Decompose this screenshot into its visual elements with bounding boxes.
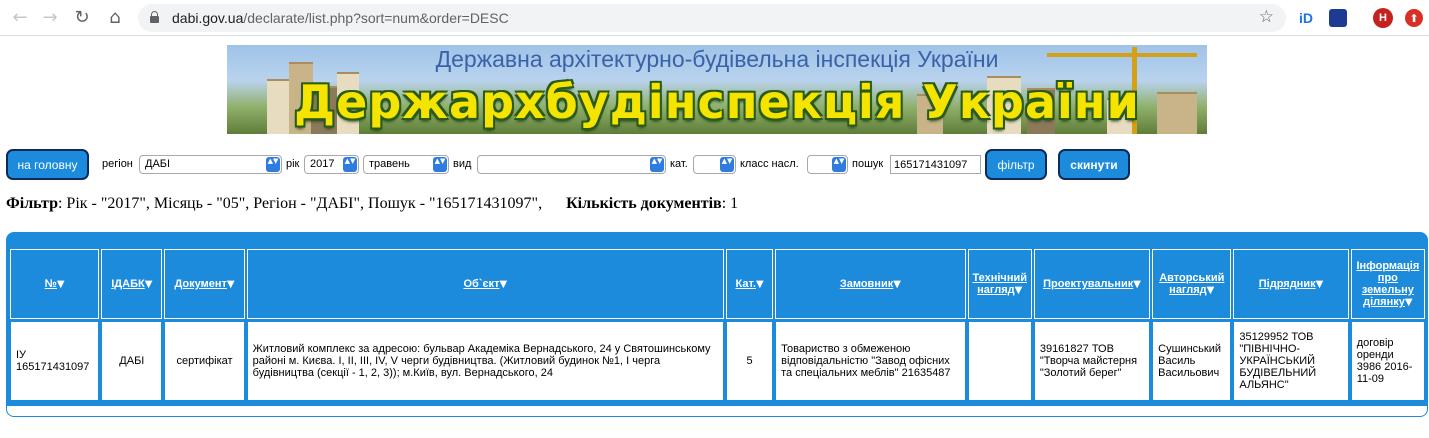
documents-table-container: №▼ ІДАБК▼ Документ▼ Об`єкт▼ Кат.▼ Замовн… xyxy=(6,232,1428,417)
address-bar[interactable]: dabi.gov.ua/declarate/list.php?sort=num&… xyxy=(138,4,1286,32)
month-select-value: травень xyxy=(369,158,410,170)
column-header-label[interactable]: Об`єкт xyxy=(463,278,499,290)
extension-flag-icon[interactable] xyxy=(1329,9,1347,27)
year-select[interactable]: 2017 ▲▼ xyxy=(304,155,359,174)
sort-arrow-icon[interactable]: ▼ xyxy=(57,279,65,290)
column-header-label[interactable]: ІДАБК xyxy=(111,278,144,290)
column-header-label[interactable]: Проектувальник xyxy=(1043,278,1133,290)
cell-object: Житловий комплекс за адресою: бульвар Ак… xyxy=(246,321,724,401)
type-label: вид xyxy=(453,158,472,170)
extension-id-icon[interactable]: iD xyxy=(1297,9,1315,27)
column-header-label[interactable]: Підрядник xyxy=(1259,278,1316,290)
filter-bar: на головну регіон ДАБІ ▲▼ рік 2017 ▲▼ тр… xyxy=(0,149,1429,183)
month-select[interactable]: травень ▲▼ xyxy=(363,155,449,174)
column-header-label[interactable]: Документ xyxy=(174,278,226,290)
home-icon[interactable]: ⌂ xyxy=(103,6,127,30)
cell-document: сертифікат xyxy=(164,321,245,401)
column-header-label[interactable]: Кат. xyxy=(735,278,755,290)
url-host: dabi.gov.ua xyxy=(172,10,244,26)
back-arrow-icon[interactable]: ← xyxy=(8,6,32,30)
column-header-land-info[interactable]: Інформація про земельну ділянку▼ xyxy=(1350,249,1425,319)
cell-designer: 39161827 ТОВ "Творча майстерня "Золотий … xyxy=(1033,321,1151,401)
filter-summary-text: : Рік - "2017", Місяць - "05", Регіон - … xyxy=(57,195,543,212)
url-text[interactable]: dabi.gov.ua/declarate/list.php?sort=num&… xyxy=(172,10,509,26)
column-header-tech-supervision[interactable]: Технічний нагляд▼ xyxy=(967,249,1032,319)
region-select-value: ДАБІ xyxy=(145,158,171,170)
url-path: /declarate/list.php?sort=num&order=DESC xyxy=(243,10,509,26)
cell-author-supervision: Сушинський Василь Васильович xyxy=(1152,321,1232,401)
reload-icon[interactable]: ↻ xyxy=(70,6,94,30)
column-header-label[interactable]: № xyxy=(45,278,57,290)
bookmark-star-icon[interactable]: ☆ xyxy=(1259,7,1274,27)
document-count-value: : 1 xyxy=(721,195,739,212)
cell-tech-supervision xyxy=(967,321,1032,401)
cell-contractor: 35129952 ТОВ "ПІВНІЧНО-УКРАЇНСЬКИЙ БУДІВ… xyxy=(1233,321,1349,401)
sort-arrow-icon[interactable]: ▼ xyxy=(1133,279,1141,290)
column-header-author-supervision[interactable]: Авторський нагляд▼ xyxy=(1152,249,1232,319)
cell-idabk: ДАБІ xyxy=(101,321,163,401)
table-footer xyxy=(7,405,1427,416)
document-count-label: Кількість документів xyxy=(566,195,722,212)
sort-arrow-icon[interactable]: ▼ xyxy=(756,279,764,290)
site-banner: Державна архітектурно-будівельна інспекц… xyxy=(227,45,1207,134)
select-arrow-icon: ▲▼ xyxy=(720,157,734,172)
category-label: кат. xyxy=(670,158,688,170)
select-arrow-icon: ▲▼ xyxy=(832,157,846,172)
sort-arrow-icon[interactable]: ▼ xyxy=(1405,297,1413,308)
select-arrow-icon: ▲▼ xyxy=(343,157,357,172)
category-select[interactable]: ▲▼ xyxy=(693,155,736,174)
banner-title: Держархбудінспекція України xyxy=(294,75,1140,129)
type-select[interactable]: ▲▼ xyxy=(477,155,666,174)
select-arrow-icon: ▲▼ xyxy=(266,157,280,172)
sort-arrow-icon[interactable]: ▼ xyxy=(227,279,235,290)
column-header-label[interactable]: Замовник xyxy=(840,278,893,290)
column-header-category[interactable]: Кат.▼ xyxy=(726,249,774,319)
year-select-value: 2017 xyxy=(310,158,335,170)
search-label: пошук xyxy=(852,158,884,170)
filter-summary-label: Фільтр xyxy=(6,195,58,212)
sort-arrow-icon[interactable]: ▼ xyxy=(1316,279,1324,290)
search-input[interactable] xyxy=(890,155,981,174)
column-header-idabk[interactable]: ІДАБК▼ xyxy=(101,249,163,319)
class-select[interactable]: ▲▼ xyxy=(807,155,848,174)
class-label: класс насл. xyxy=(740,158,799,170)
region-label: регіон xyxy=(102,158,133,170)
year-label: рік xyxy=(286,158,300,170)
filter-button[interactable]: фільтр xyxy=(985,149,1047,180)
banner-subtitle: Державна архітектурно-будівельна інспекц… xyxy=(435,46,999,72)
filter-summary: Фільтр: Рік - "2017", Місяць - "05", Рег… xyxy=(6,195,738,213)
documents-table: №▼ ІДАБК▼ Документ▼ Об`єкт▼ Кат.▼ Замовн… xyxy=(8,247,1427,403)
column-header-document[interactable]: Документ▼ xyxy=(164,249,245,319)
select-arrow-icon: ▲▼ xyxy=(650,157,664,172)
column-header-contractor[interactable]: Підрядник▼ xyxy=(1233,249,1349,319)
column-header-number[interactable]: №▼ xyxy=(10,249,100,319)
home-button[interactable]: на головну xyxy=(6,149,89,180)
update-icon[interactable]: ⬆ xyxy=(1405,9,1423,27)
column-header-label[interactable]: Авторський нагляд xyxy=(1159,272,1224,296)
profile-avatar[interactable]: Н xyxy=(1373,8,1393,28)
browser-toolbar: ← → ↻ ⌂ dabi.gov.ua/declarate/list.php?s… xyxy=(0,0,1429,36)
sort-arrow-icon[interactable]: ▼ xyxy=(499,279,507,290)
table-row: ІУ 165171431097 ДАБІ сертифікат Житловий… xyxy=(10,321,1425,401)
lock-icon[interactable] xyxy=(150,11,159,24)
reset-button[interactable]: скинути xyxy=(1058,149,1130,180)
sort-arrow-icon[interactable]: ▼ xyxy=(1015,285,1023,296)
cell-customer: Товариство з обмеженою відповідальністю … xyxy=(775,321,966,401)
cell-land-info: договір оренди 3986 2016-11-09 xyxy=(1350,321,1425,401)
cell-category: 5 xyxy=(726,321,774,401)
sort-arrow-icon[interactable]: ▼ xyxy=(145,279,153,290)
table-header-row: №▼ ІДАБК▼ Документ▼ Об`єкт▼ Кат.▼ Замовн… xyxy=(10,249,1425,319)
forward-arrow-icon[interactable]: → xyxy=(38,6,62,30)
sort-arrow-icon[interactable]: ▼ xyxy=(893,279,901,290)
region-select[interactable]: ДАБІ ▲▼ xyxy=(139,155,282,174)
cell-number: ІУ 165171431097 xyxy=(10,321,100,401)
column-header-designer[interactable]: Проектувальник▼ xyxy=(1033,249,1151,319)
sort-arrow-icon[interactable]: ▼ xyxy=(1207,285,1215,296)
column-header-object[interactable]: Об`єкт▼ xyxy=(246,249,724,319)
column-header-customer[interactable]: Замовник▼ xyxy=(775,249,966,319)
select-arrow-icon: ▲▼ xyxy=(433,157,447,172)
